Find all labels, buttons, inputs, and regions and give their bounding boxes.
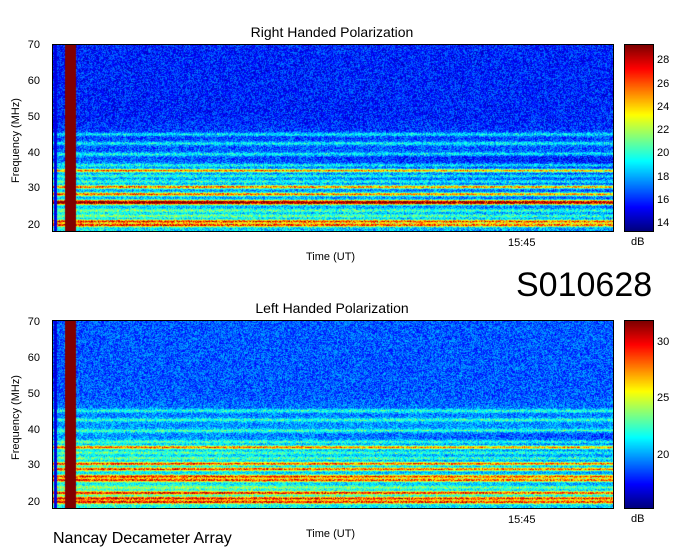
y-tick-label: 30: [27, 182, 40, 194]
top-colorbar: [624, 44, 654, 232]
y-tick-label: 70: [27, 316, 40, 328]
colorbar-tick-label: 30: [657, 335, 670, 348]
colorbar-tick-label: 18: [657, 170, 670, 183]
y-tick-label: 20: [27, 496, 40, 508]
bottom-panel-title: Left Handed Polarization: [255, 300, 409, 316]
y-tick-label: 30: [27, 459, 40, 471]
top-panel-title: Right Handed Polarization: [250, 24, 414, 40]
bottom-colorbar-unit: dB: [631, 513, 645, 525]
y-tick-label: 40: [27, 147, 40, 159]
colorbar-tick-label: 20: [657, 147, 670, 160]
bottom-colorbar: [624, 320, 654, 509]
y-tick-label: 40: [27, 424, 40, 436]
top-x-tick-label: 15:45: [508, 237, 536, 249]
bottom-x-tick-label: 15:45: [508, 514, 536, 526]
colorbar-tick-label: 24: [657, 100, 670, 113]
colorbar-tick-label: 28: [657, 54, 670, 67]
bottom-x-axis-label: Time (UT): [306, 528, 356, 540]
y-tick-label: 60: [27, 75, 40, 87]
colorbar-tick-label: 22: [657, 124, 670, 137]
top-spectrogram: [52, 44, 614, 232]
y-tick-label: 50: [27, 111, 40, 123]
colorbar-tick-label: 14: [657, 217, 670, 230]
y-tick-label: 20: [27, 219, 40, 231]
colorbar-tick-label: 20: [657, 449, 670, 461]
y-tick-label: 50: [27, 388, 40, 400]
colorbar-tick-label: 16: [657, 193, 670, 206]
colorbar-tick-label: 25: [657, 392, 670, 405]
observatory-label: Nancay Decameter Array: [53, 530, 232, 547]
top-x-axis-label: Time (UT): [306, 251, 356, 263]
top-colorbar-unit: dB: [631, 236, 645, 248]
y-tick-label: 70: [27, 39, 40, 51]
bottom-spectrogram: [52, 320, 614, 509]
y-tick-label: 60: [27, 352, 40, 364]
colorbar-tick-label: 26: [657, 77, 670, 90]
